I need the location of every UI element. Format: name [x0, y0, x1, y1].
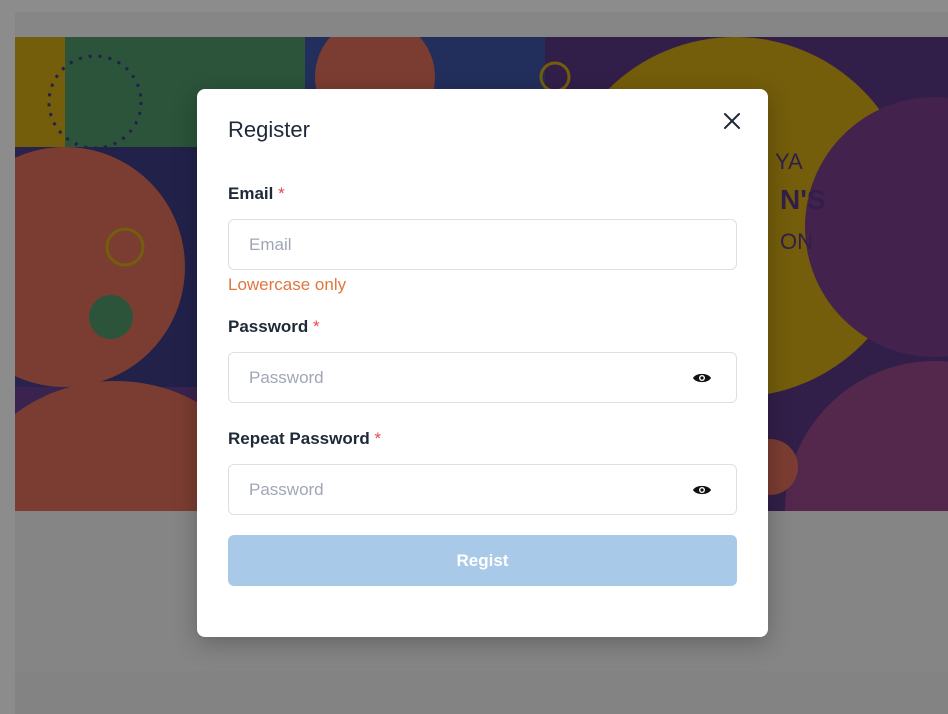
eye-icon[interactable] [692, 369, 712, 387]
repeat-password-field [228, 464, 737, 515]
email-field [228, 219, 737, 270]
repeat-password-required-mark: * [374, 429, 382, 448]
email-input[interactable] [229, 220, 736, 269]
eye-icon[interactable] [692, 481, 712, 499]
repeat-password-label: Repeat Password * [228, 429, 381, 449]
repeat-password-label-text: Repeat Password [228, 429, 370, 448]
password-input[interactable] [229, 353, 736, 402]
close-icon [724, 113, 740, 129]
page: YA N'S ON Register Email * Lowercase onl… [0, 0, 948, 714]
regist-button[interactable]: Regist [228, 535, 737, 586]
register-modal: Register Email * Lowercase only Password… [197, 89, 768, 637]
email-label-text: Email [228, 184, 274, 203]
repeat-password-input[interactable] [229, 465, 736, 514]
close-button[interactable] [718, 107, 746, 135]
email-label: Email * [228, 184, 285, 204]
password-label: Password * [228, 317, 320, 337]
email-hint: Lowercase only [228, 275, 347, 294]
password-required-mark: * [313, 317, 320, 336]
password-field [228, 352, 737, 403]
modal-title: Register [228, 117, 310, 142]
password-label-text: Password [228, 317, 309, 336]
email-required-mark: * [278, 184, 285, 203]
